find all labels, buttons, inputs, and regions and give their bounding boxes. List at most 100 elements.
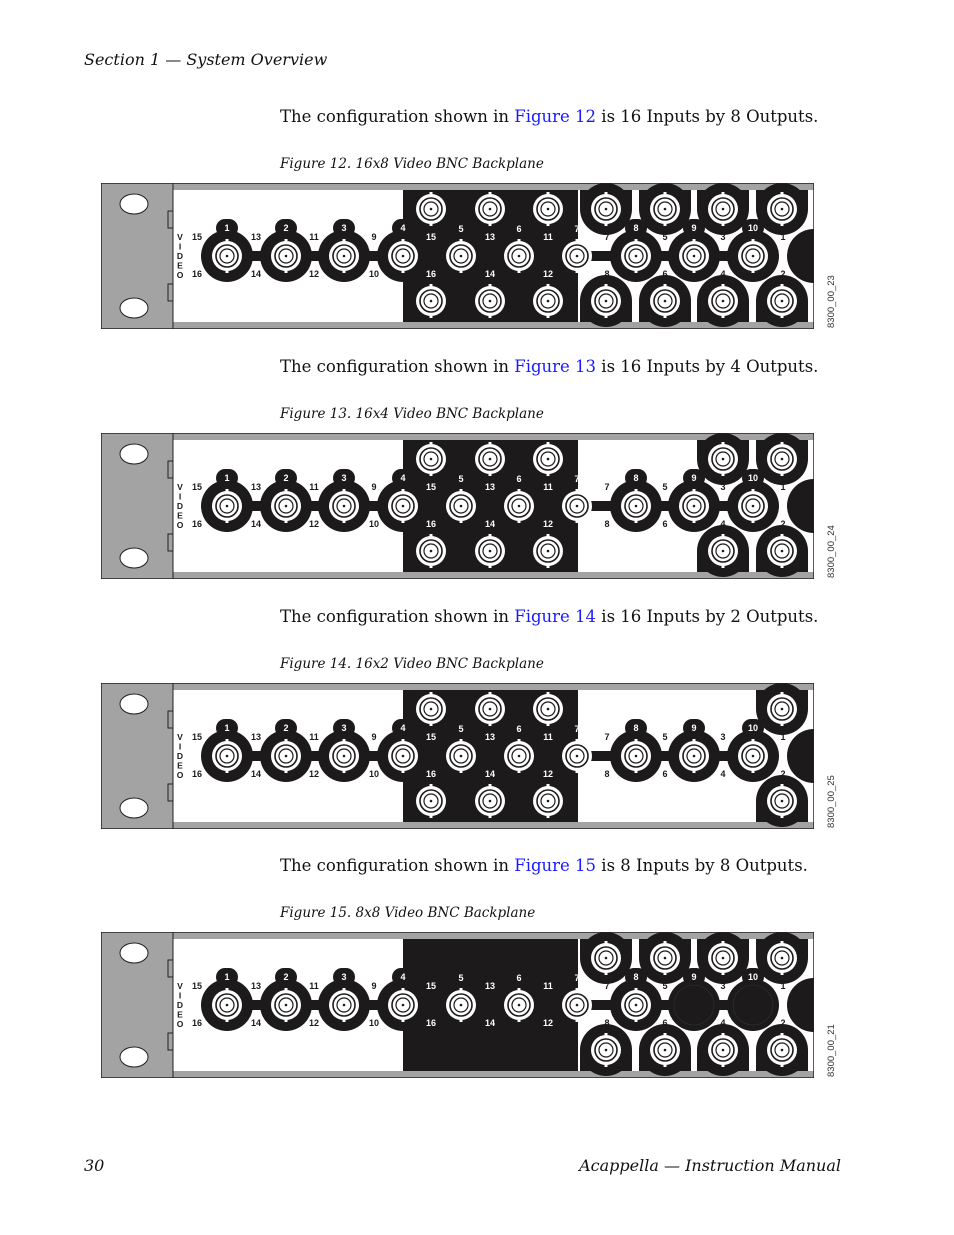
connector-pin <box>459 254 463 258</box>
mounting-hole <box>119 1046 149 1068</box>
input-label: 13 <box>251 981 261 991</box>
connector-tick <box>429 192 433 196</box>
video-label-letter: V <box>177 981 183 991</box>
input-label: 7 <box>604 232 609 242</box>
connector-pin <box>429 207 433 211</box>
connector-pin <box>721 457 725 461</box>
input-label: 11 <box>309 981 319 991</box>
connector-tick <box>459 269 463 273</box>
connector-pin <box>225 754 229 758</box>
input-label: 15 <box>426 482 436 492</box>
bottom-rail <box>173 822 814 829</box>
connector-tick <box>721 1033 725 1037</box>
connector-pin <box>546 207 550 211</box>
input-label: 10 <box>369 269 379 279</box>
connector-tick <box>575 489 579 493</box>
connector-tick <box>401 269 405 273</box>
connector-tick <box>634 519 638 523</box>
connector-pin <box>692 504 696 508</box>
connector-tick <box>342 239 346 243</box>
connector-pin <box>634 1003 638 1007</box>
figure-link[interactable]: Figure 12 <box>514 107 596 126</box>
connector-pin <box>284 254 288 258</box>
connector-tick <box>780 222 784 226</box>
input-label: 3 <box>720 482 725 492</box>
figure-caption: Figure 12. 16x8 Video BNC Backplane <box>280 156 544 172</box>
connector-number: 8 <box>633 723 638 733</box>
connector-tick <box>342 489 346 493</box>
input-label: 14 <box>485 269 495 279</box>
input-label: 14 <box>485 1018 495 1028</box>
connector-tick <box>634 269 638 273</box>
input-label: 8 <box>604 519 609 529</box>
video-label-letter: O <box>177 1019 184 1029</box>
connector-number: 10 <box>748 223 758 233</box>
connector-tick <box>604 314 608 318</box>
footer-title: Acappella — Instruction Manual <box>579 1156 841 1175</box>
input-label: 15 <box>192 232 202 242</box>
connector-tick <box>692 269 696 273</box>
connector-tick <box>663 971 667 975</box>
image-id: 8300_00_25 <box>826 775 837 828</box>
connector-pin <box>751 754 755 758</box>
connector-pin <box>517 754 521 758</box>
connector-number: 4 <box>400 473 405 483</box>
figure-link[interactable]: Figure 14 <box>514 607 596 626</box>
connector-tick <box>517 519 521 523</box>
connector-tick <box>780 284 784 288</box>
input-label: 13 <box>485 981 495 991</box>
mounting-hole <box>119 797 149 819</box>
input-label: 9 <box>371 482 376 492</box>
connector-number: 2 <box>283 223 288 233</box>
connector-tick <box>517 269 521 273</box>
connector-pin <box>663 956 667 960</box>
connector-number: 1 <box>224 723 229 733</box>
connector-tick <box>634 739 638 743</box>
connector-tick <box>721 941 725 945</box>
connector-tick <box>401 1018 405 1022</box>
input-label: 15 <box>426 981 436 991</box>
intro-text: The configuration shown in <box>280 856 515 875</box>
video-label-letter: V <box>177 482 183 492</box>
connector-tick <box>284 489 288 493</box>
connector-tick <box>780 692 784 696</box>
input-label: 11 <box>309 482 319 492</box>
connector-tick <box>459 239 463 243</box>
connector-pin <box>604 1048 608 1052</box>
connector-tick <box>575 519 579 523</box>
connector-tick <box>692 489 696 493</box>
connector-pin <box>721 299 725 303</box>
intro-text: is 16 Inputs by 8 Outputs. <box>596 107 819 126</box>
connector-tick <box>342 1018 346 1022</box>
input-label: 2 <box>780 1018 785 1028</box>
page-number: 30 <box>84 1156 105 1175</box>
connector-tick <box>429 692 433 696</box>
connector-tick <box>429 314 433 318</box>
connector-tick <box>692 239 696 243</box>
connector-tick <box>751 269 755 273</box>
connector-tick <box>780 941 784 945</box>
connector-tick <box>488 534 492 538</box>
connector-pin <box>401 504 405 508</box>
input-label: 15 <box>192 981 202 991</box>
connector-number: 7 <box>574 973 579 983</box>
figure-link[interactable]: Figure 13 <box>514 357 596 376</box>
connector-tick <box>459 489 463 493</box>
figure-link[interactable]: Figure 15 <box>514 856 596 875</box>
connector-tick <box>225 239 229 243</box>
connector-number: 9 <box>691 972 696 982</box>
bnc-backplane-diagram: 1 2 3 4 5 6 7 8 9 1015161314111291015161314111278… <box>101 433 814 579</box>
connector-number: 7 <box>574 724 579 734</box>
connector-tick <box>721 472 725 476</box>
input-label: 14 <box>485 769 495 779</box>
connector-tick <box>663 314 667 318</box>
connector-tick <box>780 314 784 318</box>
video-label-letter: I <box>179 742 181 752</box>
input-label: 7 <box>604 981 609 991</box>
intro-text: The configuration shown in <box>280 357 515 376</box>
video-label-letter: O <box>177 770 184 780</box>
input-label: 12 <box>543 519 553 529</box>
connector-tick <box>517 769 521 773</box>
connector-pin <box>663 1048 667 1052</box>
mounting-hole <box>119 443 149 465</box>
